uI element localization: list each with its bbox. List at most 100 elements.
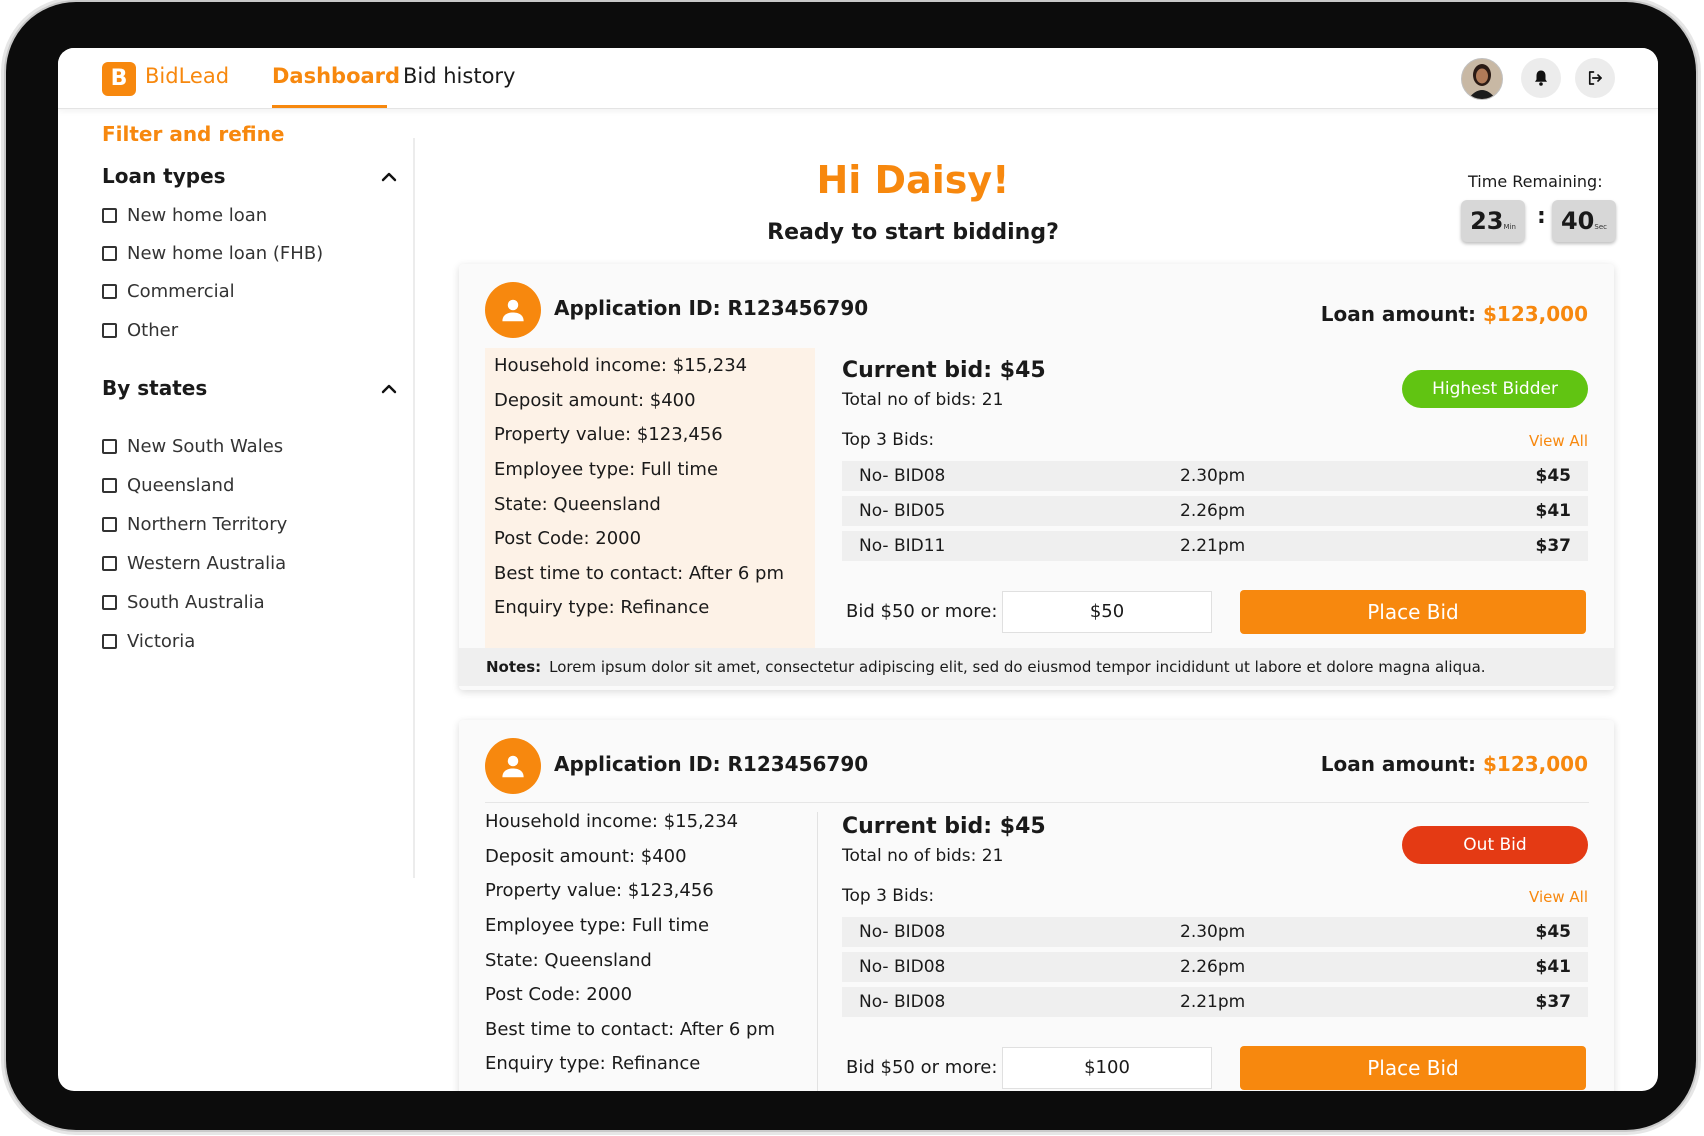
bid-row: No- BID08 2.30pm $45 <box>842 917 1588 947</box>
seconds-unit: Sec <box>1594 223 1607 231</box>
loan-amount: Loan amount: $123,000 <box>1321 752 1588 776</box>
application-id: Application ID: R123456790 <box>554 296 869 320</box>
column-divider <box>817 812 818 1091</box>
checkbox[interactable] <box>102 208 117 223</box>
view-all-link[interactable]: View All <box>1529 432 1588 450</box>
logout-icon[interactable] <box>1575 58 1615 98</box>
bid-number: No- BID08 <box>859 922 946 942</box>
detail-post-code: Post Code: 2000 <box>494 528 642 549</box>
user-icon <box>485 738 541 794</box>
option-label: New South Wales <box>127 436 284 457</box>
app-screen: B BidLead Dashboard Bid history Filter a… <box>58 48 1658 1091</box>
detail-employee-type: Employee type: Full time <box>494 459 719 480</box>
bid-amount: $45 <box>1535 466 1572 486</box>
greeting-subtitle: Ready to start bidding? <box>767 220 1059 245</box>
top-bids-label: Top 3 Bids: <box>842 430 935 450</box>
checkbox[interactable] <box>102 595 117 610</box>
detail-household-income: Household income: $15,234 <box>494 355 748 376</box>
state-option[interactable]: Victoria <box>102 631 195 652</box>
detail-enquiry-type: Enquiry type: Refinance <box>494 597 710 618</box>
loan-type-option[interactable]: Other <box>102 320 178 341</box>
view-all-link[interactable]: View All <box>1529 888 1588 906</box>
checkbox[interactable] <box>102 323 117 338</box>
bid-time: 2.26pm <box>1180 501 1246 521</box>
detail-post-code: Post Code: 2000 <box>485 984 633 1005</box>
option-label: South Australia <box>127 592 265 613</box>
option-label: Other <box>127 320 179 341</box>
loan-type-option[interactable]: New home loan <box>102 205 267 226</box>
total-bids: Total no of bids: 21 <box>842 390 1004 410</box>
detail-property-value: Property value: $123,456 <box>494 424 723 445</box>
filter-title: Filter and refine <box>102 122 285 146</box>
detail-state: State: Queensland <box>494 494 661 515</box>
option-label: Northern Territory <box>127 514 288 535</box>
state-option[interactable]: New South Wales <box>102 436 283 457</box>
bid-amount: $41 <box>1535 957 1572 977</box>
top-header: B BidLead Dashboard Bid history <box>58 48 1658 109</box>
notes-text: Lorem ipsum dolor sit amet, consectetur … <box>549 658 1486 676</box>
bid-row: No- BID11 2.21pm $37 <box>842 531 1588 561</box>
option-label: New home loan <box>127 205 268 226</box>
bid-amount: $45 <box>1535 922 1572 942</box>
checkbox[interactable] <box>102 439 117 454</box>
place-bid-button[interactable]: Place Bid <box>1240 590 1586 634</box>
bid-amount-input[interactable]: $50 <box>1002 591 1212 633</box>
timer-separator: : <box>1537 204 1546 229</box>
loan-types-title[interactable]: Loan types <box>102 164 226 188</box>
application-card: Application ID: R123456790 Loan amount: … <box>459 264 1614 690</box>
bid-amount: $37 <box>1535 536 1572 556</box>
bid-number: No- BID08 <box>859 466 946 486</box>
checkbox[interactable] <box>102 478 117 493</box>
detail-best-time: Best time to contact: After 6 pm <box>485 1019 775 1040</box>
bid-minimum-label: Bid $50 or more: <box>846 601 998 622</box>
state-option[interactable]: South Australia <box>102 592 265 613</box>
bid-row: No- BID08 2.26pm $41 <box>842 952 1588 982</box>
bid-number: No- BID08 <box>859 992 946 1012</box>
bid-time: 2.26pm <box>1180 957 1246 977</box>
bid-amount: $37 <box>1535 992 1572 1012</box>
nav-dashboard[interactable]: Dashboard <box>272 64 400 88</box>
checkbox[interactable] <box>102 556 117 571</box>
state-option[interactable]: Western Australia <box>102 553 286 574</box>
application-id: Application ID: R123456790 <box>554 752 869 776</box>
bid-time: 2.21pm <box>1180 992 1246 1012</box>
state-option[interactable]: Northern Territory <box>102 514 287 535</box>
by-states-title[interactable]: By states <box>102 376 207 400</box>
current-bid: Current bid: $45 <box>842 358 1046 383</box>
chevron-up-icon[interactable] <box>380 380 398 398</box>
detail-best-time: Best time to contact: After 6 pm <box>494 563 784 584</box>
minutes-value: 23 <box>1470 207 1504 235</box>
bid-amount-input[interactable]: $100 <box>1002 1047 1212 1089</box>
brand-name[interactable]: BidLead <box>145 64 229 88</box>
option-label: Commercial <box>127 281 235 302</box>
current-bid: Current bid: $45 <box>842 814 1046 839</box>
nav-bid-history[interactable]: Bid history <box>403 64 515 88</box>
avatar[interactable] <box>1461 58 1503 100</box>
state-option[interactable]: Queensland <box>102 475 234 496</box>
status-badge: Highest Bidder <box>1402 370 1588 408</box>
timer-label: Time Remaining: <box>1468 172 1603 191</box>
tablet-frame: B BidLead Dashboard Bid history Filter a… <box>6 2 1696 1130</box>
loan-amount-value: $123,000 <box>1482 752 1588 776</box>
detail-deposit: Deposit amount: $400 <box>494 390 696 411</box>
detail-employee-type: Employee type: Full time <box>485 915 710 936</box>
notes-bar: Notes: Lorem ipsum dolor sit amet, consec… <box>459 648 1614 686</box>
option-label: Queensland <box>127 475 235 496</box>
loan-amount: Loan amount: $123,000 <box>1321 302 1588 326</box>
card-divider <box>485 802 1589 803</box>
top-bids-label: Top 3 Bids: <box>842 886 935 906</box>
place-bid-button[interactable]: Place Bid <box>1240 1046 1586 1090</box>
checkbox[interactable] <box>102 634 117 649</box>
detail-state: State: Queensland <box>485 950 652 971</box>
loan-type-option[interactable]: New home loan (FHB) <box>102 243 323 264</box>
chevron-up-icon[interactable] <box>380 168 398 186</box>
checkbox[interactable] <box>102 246 117 261</box>
bell-icon[interactable] <box>1521 58 1561 98</box>
checkbox[interactable] <box>102 284 117 299</box>
bid-row: No- BID08 2.30pm $45 <box>842 461 1588 491</box>
bid-minimum-label: Bid $50 or more: <box>846 1057 998 1078</box>
greeting: Hi Daisy! <box>816 158 1010 202</box>
nav-active-indicator <box>272 105 387 108</box>
loan-type-option[interactable]: Commercial <box>102 281 235 302</box>
checkbox[interactable] <box>102 517 117 532</box>
